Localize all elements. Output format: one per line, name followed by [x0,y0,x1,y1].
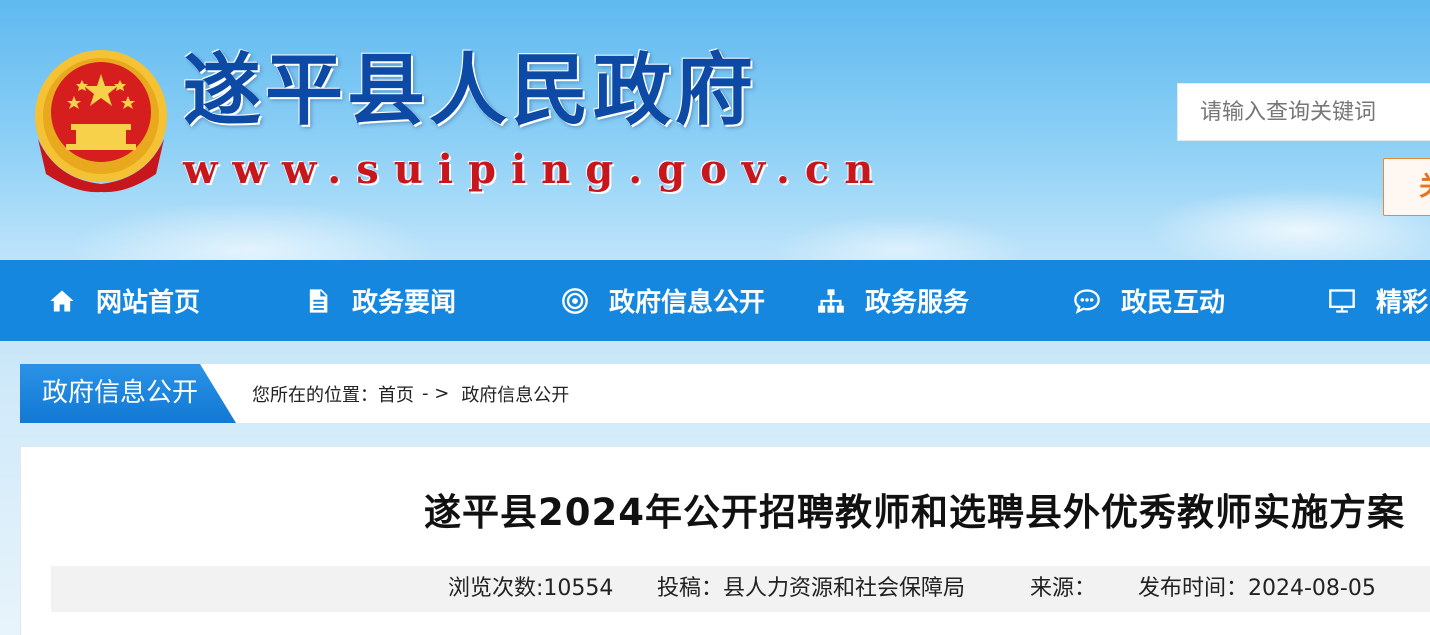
breadcrumb-current-link[interactable]: 政府信息公开 [461,381,569,407]
search-input[interactable] [1177,83,1430,141]
section-tab: 政府信息公开 [20,364,236,423]
nav-item-services[interactable]: 政务服务 [817,260,969,341]
nav-item-label: 政务服务 [865,288,970,318]
home-icon [50,290,74,311]
breadcrumb-bar [20,364,1430,423]
monitor-icon [1329,288,1355,313]
nav-item-gov-info[interactable]: 政府信息公开 [561,260,765,341]
document-icon [309,288,328,313]
publish-date: 发布时间：2024-08-05 [1138,576,1376,601]
nav-item-label: 政务要闻 [352,288,457,318]
nav-item-news[interactable]: 政务要闻 [304,260,456,341]
source: 来源： [1030,576,1097,601]
sitemap-icon [818,288,844,313]
nav-item-home[interactable]: 网站首页 [48,260,200,341]
nav-item-interaction[interactable]: 政民互动 [1073,260,1225,341]
nav-item-label: 政民互动 [1121,288,1226,318]
site-title: 遂平县人民政府 [183,45,758,136]
article-title: 遂平县2024年公开招聘教师和选聘县外优秀教师实施方案 [424,491,1405,534]
breadcrumb-separator: - > [422,383,450,404]
nav-item-featured[interactable]: 精彩 [1328,260,1428,341]
contributor: 投稿：县人力资源和社会保障局 [657,576,966,601]
site-url: www.suiping.gov.cn [183,146,889,193]
breadcrumb-home-link[interactable]: 首页 [378,381,414,407]
site-header: 遂平县人民政府 www.suiping.gov.cn 关 [0,0,1430,260]
nav-item-label: 政府信息公开 [609,288,766,318]
breadcrumb: 您所在的位置： 首页 - > 政府信息公开 [252,364,569,423]
main-nav: 网站首页 政务要闻 政府信息公开 政务服务 政民互动 精彩 [0,260,1430,341]
view-count: 浏览次数:10554 [448,576,614,601]
target-icon [562,287,588,314]
breadcrumb-prefix: 您所在的位置： [252,384,378,406]
nav-item-label: 精彩 [1376,288,1429,318]
chat-icon [1074,288,1100,314]
national-emblem-icon [35,50,167,193]
search-button[interactable]: 关 [1383,158,1430,216]
nav-item-label: 网站首页 [96,288,201,318]
